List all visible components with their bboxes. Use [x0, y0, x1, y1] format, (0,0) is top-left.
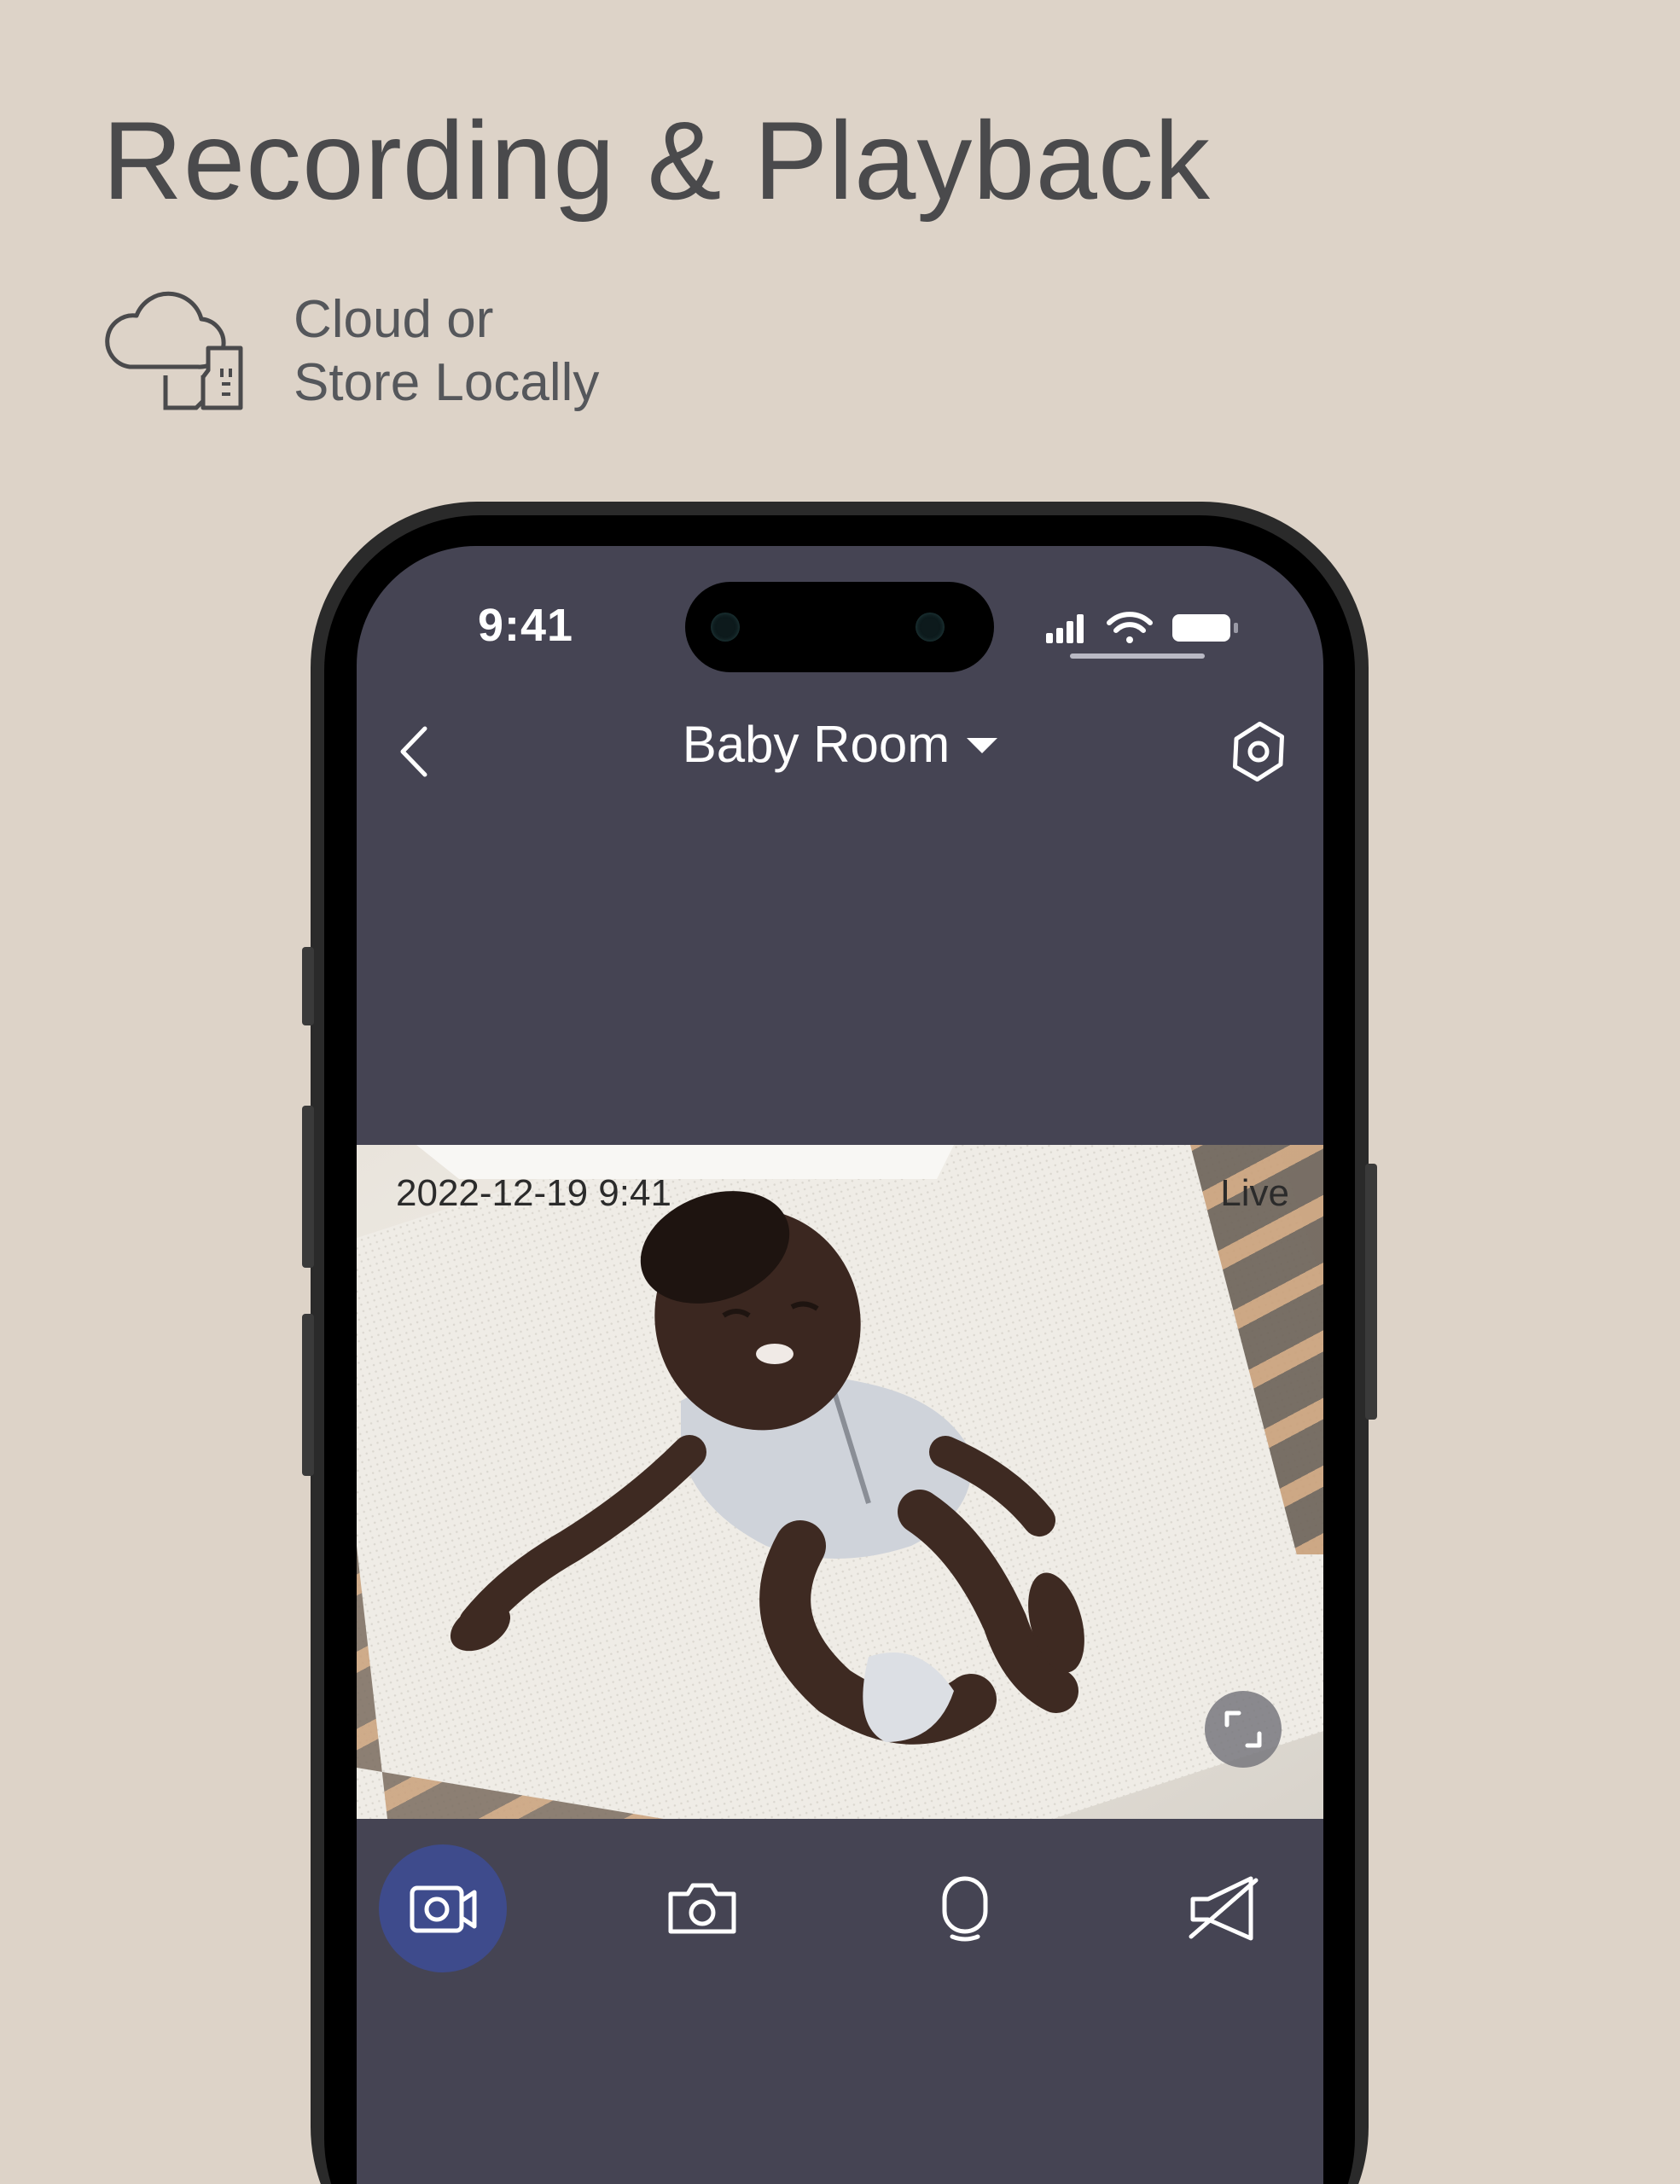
sensor-lens: [916, 613, 945, 642]
snapshot-button[interactable]: [638, 1844, 766, 1972]
headline: Recording & Playback: [102, 98, 1211, 223]
feature-line-1: Cloud or: [294, 290, 494, 349]
camera-icon: [668, 1883, 736, 1934]
baby-image: [416, 1145, 1084, 1745]
dynamic-island: [685, 582, 994, 672]
side-button-power: [1365, 1164, 1377, 1420]
feature-text: Cloud or Store Locally: [294, 288, 599, 415]
side-button-volume-down: [302, 1314, 314, 1476]
mute-button[interactable]: [1160, 1844, 1288, 1972]
page-background: Recording & Playback Cloud or Store Loca…: [0, 0, 1680, 2184]
talk-button[interactable]: [901, 1844, 1029, 1972]
feature-line-2: Store Locally: [294, 353, 600, 412]
video-timestamp: 2022-12-19 9:41: [396, 1172, 671, 1214]
wifi-icon: [1107, 612, 1153, 643]
camera-selector[interactable]: Baby Room: [357, 715, 1323, 774]
control-bar: [357, 1844, 1323, 1981]
fullscreen-icon: [1224, 1711, 1262, 1748]
side-button-volume-up: [302, 1106, 314, 1268]
settings-icon[interactable]: [1229, 722, 1288, 781]
live-indicator: Live: [1220, 1172, 1289, 1214]
camera-name: Baby Room: [682, 716, 950, 773]
status-icons: [1046, 612, 1238, 643]
microphone-icon: [942, 1876, 988, 1942]
signal-icon: [1046, 614, 1084, 643]
status-time: 9:41: [478, 600, 574, 651]
phone-screen: 9:41 Baby Room 2022-12-19 9:41 Live: [357, 546, 1323, 2184]
side-button-silent: [302, 947, 314, 1025]
video-record-icon: [410, 1885, 477, 1933]
record-video-button[interactable]: [379, 1844, 507, 1972]
fullscreen-button[interactable]: [1205, 1691, 1282, 1768]
speaker-muted-icon: [1189, 1876, 1259, 1941]
battery-icon: [1172, 614, 1238, 642]
caret-down-icon: [967, 738, 998, 754]
status-indicator-bar: [1070, 653, 1205, 659]
front-camera-lens: [711, 613, 740, 642]
cloud-storage-icon: [105, 291, 243, 410]
live-video-feed[interactable]: 2022-12-19 9:41 Live: [357, 1145, 1323, 1819]
